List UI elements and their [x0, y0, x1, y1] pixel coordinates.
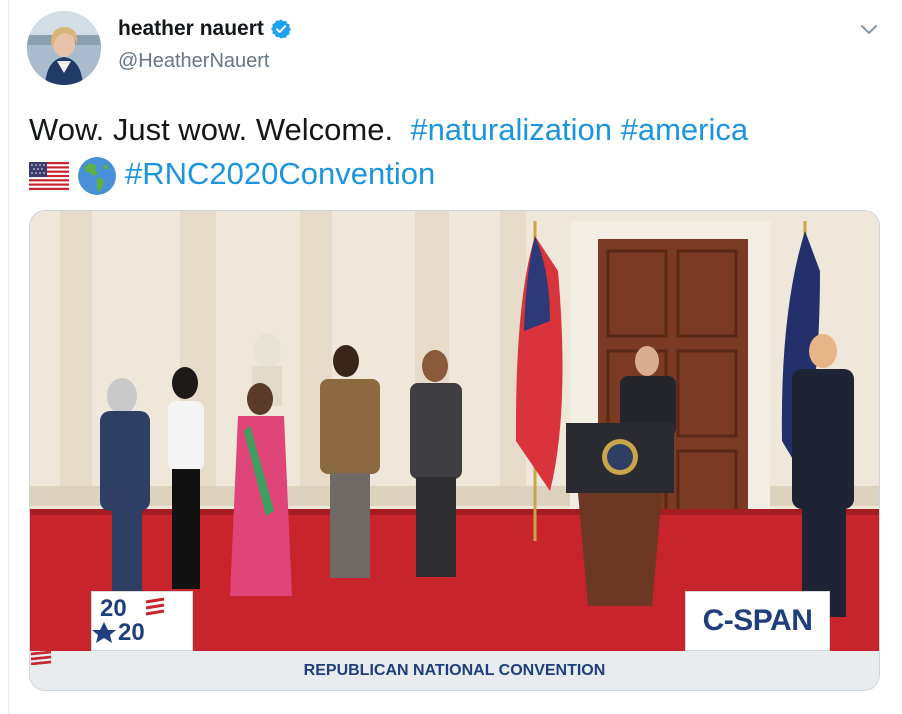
stripes-icon-right — [30, 651, 52, 665]
rnc-2020-logo: 20 20 — [91, 591, 193, 651]
avatar[interactable] — [27, 11, 101, 85]
us-flag-icon — [29, 161, 69, 190]
user-handle[interactable]: @HeatherNauert — [118, 50, 269, 73]
verified-badge-icon — [270, 19, 291, 39]
cspan-label: C-SPAN — [702, 604, 813, 637]
convention-banner: REPUBLICAN NATIONAL CONVENTION — [30, 651, 879, 690]
tweet-text-lead: Wow. Just wow. Welcome. — [29, 112, 394, 147]
banner-text: REPUBLICAN NATIONAL CONVENTION — [303, 661, 606, 679]
display-name-text[interactable]: heather nauert — [118, 17, 264, 41]
logo-2020-bottom: 20 — [118, 619, 145, 644]
tweet-media-video[interactable]: 20 20 C-SPAN REPUBLICAN NATIONAL CONVENT… — [29, 210, 880, 691]
tweet-text: Wow. Just wow. Welcome. #naturalization … — [29, 108, 879, 196]
hashtag-america[interactable]: #america — [621, 112, 749, 147]
hashtag-naturalization[interactable]: #naturalization — [410, 112, 612, 147]
globe-americas-icon — [78, 156, 116, 195]
display-name[interactable]: heather nauert — [118, 17, 292, 41]
timeline-border — [8, 0, 9, 714]
cspan-logo: C-SPAN — [685, 591, 830, 651]
hashtag-rnc2020convention[interactable]: #RNC2020Convention — [125, 156, 435, 191]
chevron-down-icon[interactable] — [858, 18, 880, 40]
logo-2020-top: 20 — [100, 595, 127, 622]
